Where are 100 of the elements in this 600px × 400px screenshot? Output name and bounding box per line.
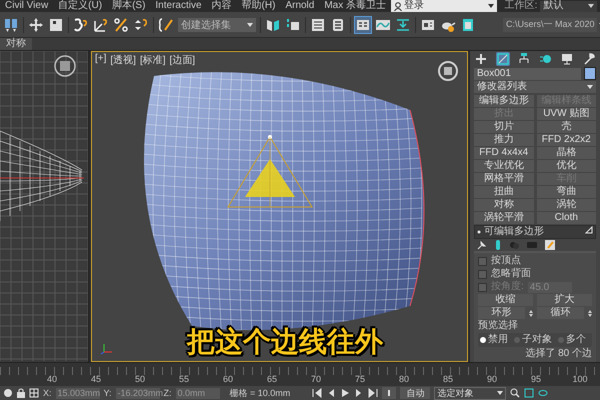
modifier-button[interactable]: 壳 bbox=[536, 121, 596, 133]
percent-snap-icon[interactable] bbox=[113, 16, 129, 32]
subtitle-text: 把这个边线往外 bbox=[187, 326, 383, 358]
test-tube-icon[interactable] bbox=[495, 240, 501, 250]
radio-button[interactable] bbox=[480, 337, 486, 343]
modifier-button[interactable]: 优化 bbox=[536, 160, 596, 172]
align-icon[interactable] bbox=[285, 16, 301, 32]
modifier-stack[interactable]: 可编辑多边形 bbox=[474, 225, 596, 239]
move-icon[interactable] bbox=[28, 16, 44, 32]
menu-item[interactable]: Max 杀毒卫士 bbox=[319, 0, 392, 12]
selection-button[interactable]: 循环 bbox=[537, 307, 584, 319]
plus-icon[interactable] bbox=[474, 52, 488, 66]
workspace-dropdown[interactable]: 默认 bbox=[540, 0, 597, 12]
named-selection-icon[interactable] bbox=[158, 16, 174, 32]
ribbon-icon[interactable] bbox=[355, 16, 371, 32]
scene-explorer-icon[interactable] bbox=[330, 16, 346, 32]
search-icon[interactable] bbox=[510, 388, 520, 398]
viewport-label[interactable]: [透视] bbox=[110, 53, 136, 67]
selection-set-dropdown[interactable]: 创建选择集 bbox=[178, 18, 256, 32]
modify-icon[interactable] bbox=[496, 52, 510, 66]
filter-icon[interactable] bbox=[3, 16, 19, 32]
lock-icon[interactable] bbox=[17, 388, 25, 398]
axis-tripod-icon bbox=[100, 341, 114, 355]
key-filter-dropdown[interactable]: 选定对象 bbox=[434, 386, 506, 400]
menu-item[interactable]: Civil View bbox=[0, 0, 54, 12]
zoom-extents-icon[interactable] bbox=[524, 388, 534, 398]
timeline-tick-label: 45 bbox=[90, 374, 102, 384]
modifier-button[interactable]: 涡轮 bbox=[536, 199, 596, 211]
viewport-label[interactable]: [边面] bbox=[170, 53, 196, 67]
selection-button[interactable]: 收缩 bbox=[478, 294, 533, 306]
modifier-button[interactable]: UVW 贴图 bbox=[536, 108, 596, 120]
selection-button[interactable]: 环形 bbox=[478, 307, 525, 319]
checkbox[interactable] bbox=[478, 270, 487, 278]
render-frame-icon[interactable] bbox=[460, 16, 476, 32]
window-icon[interactable] bbox=[48, 16, 64, 32]
selection-button[interactable]: 扩大 bbox=[537, 294, 592, 306]
orbit-icon[interactable] bbox=[538, 388, 548, 398]
modifier-button[interactable]: 弯曲 bbox=[536, 186, 596, 198]
triangle-icon bbox=[585, 226, 593, 234]
spinner-snap-icon[interactable] bbox=[133, 16, 149, 32]
viewcube-icon[interactable] bbox=[437, 60, 459, 82]
menu-item[interactable]: 帮助(H) bbox=[236, 0, 280, 12]
modifier-button[interactable]: 推力 bbox=[474, 134, 534, 146]
modifier-button[interactable]: 扭曲 bbox=[474, 186, 534, 198]
caret-icon bbox=[497, 391, 504, 395]
modifier-button[interactable]: FFD 4x4x4 bbox=[474, 147, 534, 159]
checkbox-label: 按顶点 bbox=[491, 255, 521, 267]
radio-button[interactable] bbox=[558, 337, 564, 343]
caret-icon bbox=[588, 4, 594, 8]
modifier-button[interactable]: 涡轮平滑 bbox=[474, 212, 534, 224]
spinner-icon[interactable] bbox=[588, 308, 592, 318]
monitor-icon[interactable] bbox=[560, 52, 574, 66]
play-icon[interactable] bbox=[340, 388, 350, 398]
coordinate-label: Y: bbox=[104, 388, 112, 398]
timeline-tick-label: 60 bbox=[222, 374, 234, 384]
wrench-icon[interactable] bbox=[582, 52, 596, 66]
go-to-start-icon[interactable] bbox=[312, 388, 322, 398]
checkbox[interactable] bbox=[478, 256, 487, 266]
modifier-button[interactable]: 网格平滑 bbox=[474, 173, 534, 185]
modifier-button[interactable]: Cloth bbox=[536, 212, 596, 224]
menu-item[interactable]: Arnold bbox=[280, 0, 320, 12]
motion-icon[interactable] bbox=[538, 52, 553, 66]
dope-sheet-icon[interactable] bbox=[395, 16, 411, 32]
caret-icon bbox=[587, 85, 593, 89]
modifier-button[interactable]: 晶格 bbox=[536, 147, 596, 159]
coordinate-mode-icon[interactable] bbox=[29, 388, 39, 398]
radio-label: 多个 bbox=[566, 334, 586, 346]
viewport-label[interactable]: [+] bbox=[95, 53, 106, 67]
caret-icon bbox=[247, 22, 253, 26]
timeline-tick-label: 85 bbox=[442, 374, 454, 384]
timeline-tick-label: 95 bbox=[530, 374, 542, 384]
radio-button[interactable] bbox=[514, 337, 520, 343]
project-path-dropdown[interactable]: C:\Users\一 Max 2020 bbox=[503, 18, 597, 32]
angle-snap-icon[interactable] bbox=[93, 16, 109, 32]
snap-icon[interactable] bbox=[73, 16, 89, 32]
viewcube-icon[interactable] bbox=[54, 55, 76, 77]
layer-icon[interactable] bbox=[310, 16, 326, 32]
timeline-tick-label: 90 bbox=[486, 374, 498, 384]
menu-item[interactable]: 脚本(S) bbox=[107, 0, 150, 12]
modifier-button[interactable]: FFD 2x2x2 bbox=[536, 134, 596, 146]
go-to-end-icon[interactable] bbox=[368, 388, 378, 398]
spinner-icon[interactable] bbox=[529, 308, 533, 318]
modifier-button[interactable]: 编辑多边形 bbox=[474, 95, 534, 107]
pin-icon[interactable] bbox=[477, 240, 487, 250]
login-field[interactable]: 登录 bbox=[391, 0, 497, 12]
modifier-list-dropdown[interactable]: 修改器列表 bbox=[474, 81, 596, 93]
key-icon[interactable] bbox=[382, 387, 396, 399]
object-name-field[interactable]: Box001 bbox=[474, 68, 581, 80]
menu-item[interactable]: Interactive bbox=[150, 0, 207, 12]
timeline-tick-label: 70 bbox=[310, 374, 322, 384]
coordinate-label: X: bbox=[43, 388, 52, 398]
hierarchy-icon[interactable] bbox=[517, 52, 532, 66]
viewport-label[interactable]: [标准] bbox=[140, 53, 166, 67]
modifier-button[interactable]: 专业优化 bbox=[474, 160, 534, 172]
auto-key-button[interactable]: 自动 bbox=[400, 387, 430, 399]
modifier-button[interactable]: 切片 bbox=[474, 121, 534, 133]
timeline-tick-label: 75 bbox=[354, 374, 366, 384]
ribbon-tab[interactable]: 对称 bbox=[0, 38, 32, 50]
color-swatch[interactable] bbox=[584, 67, 596, 80]
modifier-button[interactable]: 对称 bbox=[474, 199, 534, 211]
